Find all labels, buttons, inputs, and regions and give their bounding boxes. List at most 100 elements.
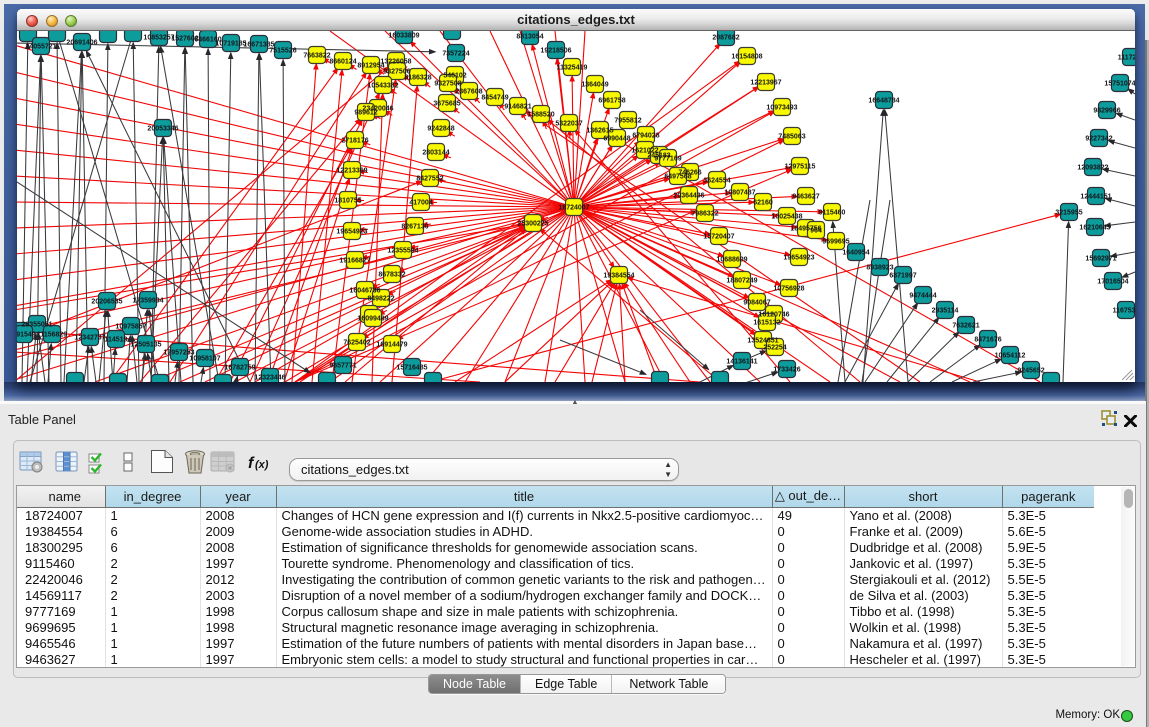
svg-text:391549: 391549 (17, 332, 36, 339)
svg-text:8678332: 8678332 (378, 272, 405, 279)
svg-text:8813054: 8813054 (516, 34, 543, 41)
svg-text:7663822: 7663822 (303, 53, 330, 60)
svg-text:8938923: 8938923 (866, 265, 893, 272)
svg-text:9115460: 9115460 (819, 210, 846, 217)
svg-text:15720407: 15720407 (703, 234, 734, 241)
svg-text:7625402: 7625402 (343, 340, 370, 347)
svg-text:f: f (248, 455, 255, 472)
svg-text:7955812: 7955812 (614, 118, 641, 125)
svg-text:8454749: 8454749 (481, 95, 508, 102)
svg-text:3624554: 3624554 (703, 178, 730, 185)
svg-text:20364436: 20364436 (673, 193, 704, 200)
svg-text:26355051: 26355051 (21, 322, 52, 329)
svg-text:19218506: 19218506 (540, 48, 571, 55)
svg-text:16648784: 16648784 (868, 98, 899, 105)
svg-text:8186328: 8186328 (404, 75, 431, 82)
svg-text:6961758: 6961758 (598, 98, 625, 105)
svg-text:19654923: 19654923 (336, 229, 367, 236)
svg-text:19166827: 19166827 (339, 258, 370, 265)
svg-text:14136141: 14136141 (726, 359, 757, 366)
svg-text:2087682: 2087682 (712, 35, 739, 42)
svg-text:7485063: 7485063 (778, 134, 805, 141)
svg-text:9242848: 9242848 (427, 126, 454, 133)
svg-text:20206535: 20206535 (91, 299, 122, 306)
svg-text:14055721: 14055721 (25, 44, 56, 51)
svg-text:546102: 546102 (443, 73, 466, 80)
svg-text:19384554: 19384554 (603, 273, 634, 280)
svg-text:12444151: 12444151 (1080, 194, 1111, 201)
svg-text:6990448: 6990448 (603, 136, 630, 143)
svg-text:12342737: 12342737 (74, 335, 105, 342)
svg-text:12975115: 12975115 (785, 164, 816, 171)
svg-text:9829966: 9829966 (1093, 108, 1120, 115)
svg-text:252254: 252254 (763, 345, 786, 352)
svg-text:10807487: 10807487 (724, 190, 755, 197)
svg-text:10756928: 10756928 (773, 286, 804, 293)
svg-text:1733426: 1733426 (773, 367, 800, 374)
svg-text:17359934: 17359934 (132, 298, 163, 305)
svg-text:13524851: 13524851 (747, 338, 778, 345)
svg-text:9657771: 9657771 (329, 363, 356, 370)
svg-text:16154808: 16154808 (731, 54, 762, 61)
svg-text:25300275: 25300275 (517, 221, 548, 228)
svg-text:19654923: 19654923 (783, 255, 814, 262)
svg-text:12323446: 12323446 (254, 375, 285, 382)
svg-text:62160: 62160 (753, 200, 773, 207)
svg-text:9245652: 9245652 (1017, 368, 1044, 375)
svg-text:9327508: 9327508 (434, 81, 461, 88)
svg-text:9084067: 9084067 (743, 300, 770, 307)
svg-text:2803144: 2803144 (422, 150, 449, 157)
svg-text:1117264: 1117264 (1118, 55, 1135, 62)
svg-text:1640954: 1640954 (842, 250, 869, 257)
svg-text:12213967: 12213967 (750, 80, 781, 87)
svg-text:8660124: 8660124 (329, 59, 356, 66)
svg-text:10973493: 10973493 (766, 105, 797, 112)
svg-text:15692971: 15692971 (1085, 256, 1116, 263)
svg-text:10025438: 10025438 (771, 214, 802, 221)
svg-text:10853257: 10853257 (143, 35, 174, 42)
svg-text:3675685: 3675685 (433, 101, 460, 108)
svg-text:7357224: 7357224 (442, 51, 469, 58)
svg-text:1615132: 1615132 (753, 320, 780, 327)
svg-text:964: 964 (810, 228, 822, 235)
svg-text:9146821: 9146821 (504, 104, 531, 111)
svg-text:9777169: 9777169 (654, 156, 681, 163)
svg-text:8498222: 8498222 (367, 296, 394, 303)
svg-text:114519: 114519 (105, 337, 128, 344)
svg-text:12355594: 12355594 (387, 248, 418, 255)
svg-text:10975857: 10975857 (115, 324, 146, 331)
svg-text:12213369: 12213369 (336, 168, 367, 175)
svg-text:12505135: 12505135 (130, 342, 161, 349)
svg-text:16210643: 16210643 (1079, 225, 1110, 232)
svg-text:7515526: 7515526 (269, 48, 296, 55)
svg-text:20691406: 20691406 (66, 40, 97, 47)
svg-text:18724007: 18724007 (558, 205, 589, 212)
svg-text:10654112: 10654112 (995, 353, 1026, 360)
svg-text:1588520: 1588520 (527, 112, 554, 119)
svg-text:13226058: 13226058 (380, 59, 411, 66)
svg-text:11156829: 11156829 (37, 332, 67, 339)
svg-text:16033809: 16033809 (388, 33, 419, 40)
svg-text:16120746: 16120746 (758, 312, 789, 319)
svg-text:8267130: 8267130 (401, 224, 428, 231)
svg-text:9474444: 9474444 (909, 293, 936, 300)
svg-text:2935114: 2935114 (932, 308, 959, 315)
svg-text:12093822: 12093822 (1077, 165, 1108, 172)
svg-text:989612: 989612 (354, 110, 377, 117)
svg-text:2367608: 2367608 (455, 89, 482, 96)
svg-text:1167533: 1167533 (1113, 308, 1135, 315)
svg-text:15751074: 15751074 (1104, 81, 1135, 88)
svg-text:16914479: 16914479 (376, 342, 407, 349)
svg-text:7632621: 7632621 (952, 323, 979, 330)
svg-text:(x): (x) (255, 459, 269, 471)
svg-text:6871997: 6871997 (889, 273, 916, 280)
svg-text:10688609: 10688609 (716, 257, 747, 264)
svg-text:417004: 417004 (409, 200, 432, 207)
svg-text:6497568: 6497568 (664, 174, 691, 181)
svg-text:8471676: 8471676 (974, 337, 1001, 344)
svg-text:16099489: 16099489 (357, 316, 388, 323)
svg-text:15716485: 15716485 (396, 365, 427, 372)
svg-text:3215955: 3215955 (1055, 210, 1082, 217)
svg-text:20053346: 20053346 (147, 126, 178, 133)
svg-text:8427552: 8427552 (416, 176, 443, 183)
